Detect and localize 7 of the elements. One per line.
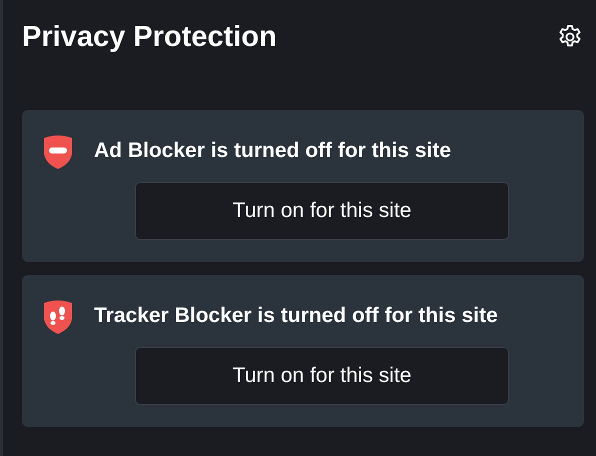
panel-title: Privacy Protection xyxy=(22,20,277,54)
turn-on-button[interactable]: Turn on for this site xyxy=(135,182,509,240)
status-message: Ad Blocker is turned off for this site xyxy=(94,138,452,164)
shield-footprints-icon xyxy=(42,299,74,335)
turn-on-button[interactable]: Turn on for this site xyxy=(135,347,509,405)
shield-minus-icon xyxy=(42,134,74,170)
status-message: Tracker Blocker is turned off for this site xyxy=(94,303,498,329)
